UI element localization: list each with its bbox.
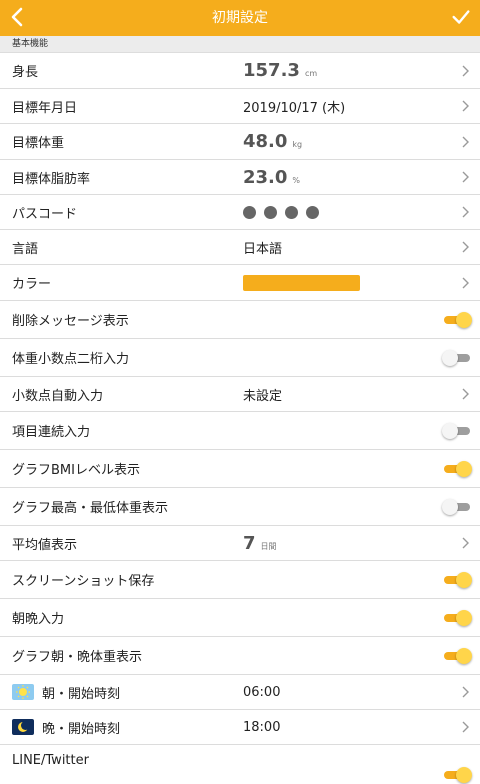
row-label: グラフ最高・最低体重表示	[12, 501, 169, 516]
auto-decimal-value: 未設定	[243, 388, 283, 404]
row-target-fat[interactable]: 目標体脂肪率 23.0 %	[0, 160, 480, 195]
row-height[interactable]: 身長 157.3 cm	[0, 53, 480, 89]
bmi-level-toggle[interactable]	[442, 460, 472, 478]
chevron-right-icon	[462, 686, 469, 698]
row-line-twitter: LINE/Twitter	[0, 745, 480, 784]
height-unit: cm	[304, 69, 318, 78]
max-min-weight-toggle[interactable]	[442, 498, 472, 516]
row-label: パスコード	[12, 206, 78, 222]
row-label: 目標年月日	[12, 100, 78, 116]
row-label: 朝晩入力	[12, 612, 65, 627]
row-label: スクリーンショット保存	[12, 574, 155, 589]
morning-evening-toggle[interactable]	[442, 609, 472, 627]
section-header-basic: 基本機能	[0, 36, 480, 53]
evening-start-value: 18:00	[243, 719, 281, 735]
row-graph-morning-evening: グラフ朝・晩体重表示	[0, 637, 480, 675]
row-evening-start[interactable]: 晩・開始時刻 18:00	[0, 710, 480, 745]
row-label: 削除メッセージ表示	[12, 314, 129, 329]
row-label: グラフ朝・晩体重表示	[12, 650, 143, 665]
row-continuous-input: 項目連続入力	[0, 412, 480, 450]
row-label: カラー	[12, 277, 52, 292]
target-weight-value: 48.0	[243, 131, 288, 152]
chevron-right-icon	[462, 277, 469, 288]
row-bmi-level: グラフBMIレベル表示	[0, 450, 480, 488]
row-morning-start[interactable]: 朝・開始時刻 06:00	[0, 675, 480, 710]
chevron-right-icon	[462, 100, 469, 112]
row-label: グラフBMIレベル表示	[12, 463, 140, 478]
row-color[interactable]: カラー	[0, 265, 480, 301]
row-value: 48.0 kg	[243, 124, 302, 159]
row-label: 目標体脂肪率	[12, 171, 91, 187]
row-language[interactable]: 言語 日本語	[0, 230, 480, 265]
morning-start-label: 朝・開始時刻	[42, 686, 121, 702]
checkmark-icon[interactable]	[450, 6, 472, 28]
sun-icon	[12, 684, 34, 700]
chevron-right-icon	[462, 206, 469, 218]
average-days-unit: 日間	[260, 541, 277, 551]
target-fat-unit: %	[292, 175, 301, 185]
passcode-dots	[243, 195, 319, 229]
chevron-right-icon	[462, 537, 469, 549]
passcode-dot	[264, 205, 277, 219]
row-label: 項目連続入力	[12, 425, 91, 440]
row-target-weight[interactable]: 目標体重 48.0 kg	[0, 124, 480, 160]
chevron-right-icon	[462, 241, 469, 253]
passcode-dot	[243, 205, 256, 219]
row-label: LINE/Twitter	[12, 753, 89, 768]
row-morning-evening: 朝晩入力	[0, 599, 480, 637]
delete-message-toggle[interactable]	[442, 311, 472, 329]
row-passcode[interactable]: パスコード	[0, 195, 480, 230]
row-label: 体重小数点二桁入力	[12, 352, 130, 367]
continuous-input-toggle[interactable]	[442, 422, 472, 440]
target-fat-value: 23.0	[243, 166, 288, 188]
row-label: 身長	[12, 65, 39, 80]
moon-icon	[12, 719, 34, 735]
row-label: 目標体重	[12, 136, 65, 151]
two-decimal-toggle[interactable]	[442, 349, 472, 367]
row-two-decimal: 体重小数点二桁入力	[0, 339, 480, 377]
chevron-right-icon	[462, 388, 469, 400]
row-target-date[interactable]: 目標年月日 2019/10/17 (木)	[0, 89, 480, 124]
row-value	[243, 265, 360, 300]
evening-start-label: 晩・開始時刻	[42, 721, 121, 737]
chevron-right-icon	[462, 136, 469, 147]
screenshot-toggle[interactable]	[442, 571, 472, 589]
morning-start-value: 06:00	[243, 684, 281, 700]
chevron-right-icon	[462, 65, 469, 76]
row-label: 小数点自動入力	[12, 388, 104, 404]
row-auto-decimal[interactable]: 小数点自動入力 未設定	[0, 377, 480, 412]
row-value: 23.0 %	[243, 160, 300, 194]
app-header: 初期設定	[0, 0, 480, 36]
row-value: 157.3 cm	[243, 53, 317, 88]
row-max-min-weight: グラフ最高・最低体重表示	[0, 488, 480, 526]
row-value: 7 日間	[243, 526, 277, 560]
row-label: 晩・開始時刻	[12, 710, 120, 744]
passcode-dot	[285, 205, 298, 219]
line-twitter-toggle[interactable]	[442, 766, 472, 784]
color-swatch	[243, 274, 360, 291]
language-value: 日本語	[243, 241, 283, 257]
target-date-value: 2019/10/17 (木)	[243, 100, 346, 116]
page-title: 初期設定	[212, 10, 268, 26]
target-weight-unit: kg	[292, 140, 303, 149]
chevron-right-icon	[462, 721, 469, 733]
average-days-value: 7	[243, 532, 256, 554]
passcode-dot	[306, 205, 319, 219]
row-screenshot: スクリーンショット保存	[0, 561, 480, 599]
height-value: 157.3	[243, 60, 300, 81]
row-label: 平均値表示	[12, 537, 78, 553]
row-average[interactable]: 平均値表示 7 日間	[0, 526, 480, 561]
row-label: 朝・開始時刻	[12, 675, 120, 709]
graph-morning-evening-toggle[interactable]	[442, 647, 472, 665]
chevron-right-icon	[462, 171, 469, 183]
row-delete-message: 削除メッセージ表示	[0, 301, 480, 339]
row-label: 言語	[12, 241, 39, 257]
